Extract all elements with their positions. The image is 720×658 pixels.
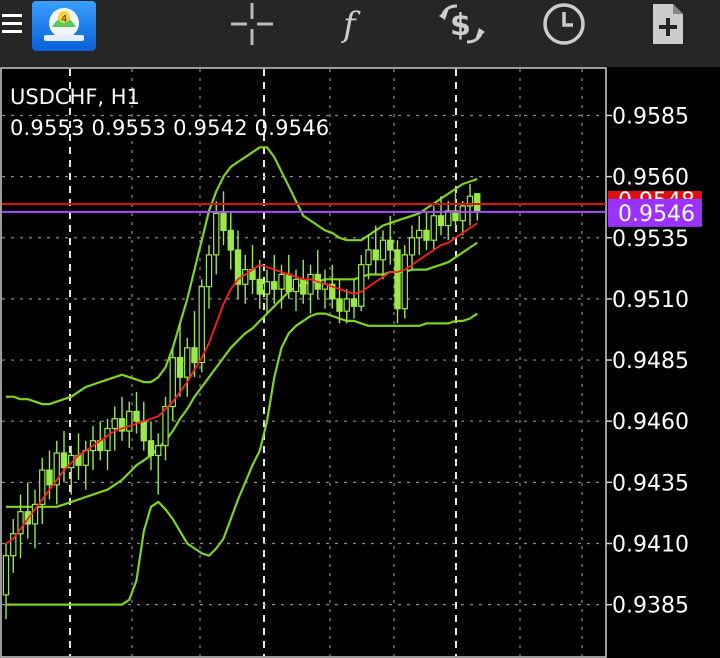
candle-body [285,273,292,293]
bid-price-label: 0.9546 [618,202,695,227]
candle-body [350,298,358,307]
candle-body [111,418,118,430]
candle-body [394,249,401,310]
price-chart[interactable]: 0.9585 0.9560 0.9535 0.9510 0.9485 0.9460 0.94… [0,67,720,658]
candle-body [336,298,343,312]
candle-body [198,286,205,364]
candle-body [220,212,227,232]
app-logo-icon[interactable]: 4 [32,1,96,51]
candle-body [292,278,300,293]
svg-text:f: f [341,5,361,45]
candle-body [147,440,155,457]
candle-body [46,469,53,486]
candle-body [155,445,162,457]
candle-body [387,239,394,251]
candle-body [242,268,249,285]
price-axis-label: 0.9535 [612,227,689,252]
svg-text:$: $ [450,8,471,43]
candle-body [191,347,198,364]
candle-body [474,193,481,212]
chart-canvas[interactable]: 0.9585 0.9560 0.9535 0.9510 0.9485 0.9460 0.94… [0,67,720,658]
candle-body [408,237,416,256]
candle-body [205,254,213,288]
top-toolbar: 4 f $ [0,0,720,67]
candle-body [437,215,445,227]
price-axis-label: 0.9410 [612,532,689,557]
candle-body [227,229,234,251]
trade-icon[interactable]: $ [434,0,490,48]
candle-body [256,278,263,295]
candle-body [278,273,285,290]
candle-body [459,205,466,222]
candle-body [140,420,147,442]
price-axis-label: 0.9510 [612,288,689,313]
timeframe-icon[interactable] [540,0,588,48]
price-axis-label: 0.9460 [612,410,689,435]
candle-body [162,405,169,447]
candle-body [133,410,140,422]
candle-body [430,215,437,241]
candle-body [104,427,111,452]
candle-body [445,210,452,227]
candle-body [343,298,350,312]
candle-body [263,281,271,295]
ohlc-values: 0.9553 0.9553 0.9542 0.9546 [10,116,330,140]
candle-body [213,212,220,256]
candle-body [416,229,423,239]
candle-body [358,264,365,307]
chart-symbol: USDCHF, H1 [10,85,140,109]
candle-body [184,347,191,378]
candle-body [379,239,387,261]
chart-frame [0,67,607,658]
candle-body [271,281,278,290]
price-axis-label: 0.9585 [612,104,689,129]
candle-body [423,229,430,241]
price-axis-label: 0.9385 [612,594,689,619]
candle-body [126,410,133,432]
candle-body [365,249,372,266]
crosshair-icon[interactable] [228,0,276,48]
price-axis-label: 0.9560 [612,166,689,191]
candle-body [401,254,408,310]
indicators-icon[interactable]: f [336,0,376,48]
menu-icon[interactable] [0,0,26,48]
candle-body [2,555,10,596]
candle-body [60,452,68,469]
candle-body [300,278,307,295]
price-axis-label: 0.9485 [612,349,689,374]
svg-text:4: 4 [61,14,67,25]
price-axis-label: 0.9435 [612,471,689,496]
candle-body [176,357,184,378]
candle-body [307,273,314,295]
templates-icon[interactable] [646,0,690,48]
candle-body [372,249,379,261]
